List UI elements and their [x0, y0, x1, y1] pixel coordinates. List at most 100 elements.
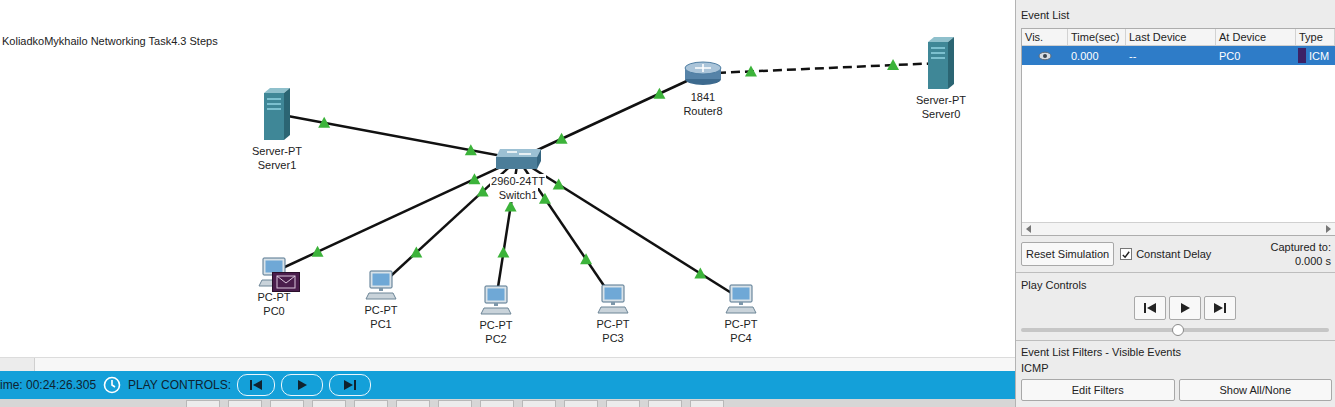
- server-icon[interactable]: [926, 36, 956, 90]
- checkbox-label: Constant Delay: [1136, 248, 1211, 260]
- play-icon: [1179, 302, 1191, 314]
- simulation-panel: Event ListVis.Time(sec)Last DeviceAt Dev…: [1015, 0, 1335, 407]
- back-button[interactable]: [1134, 296, 1166, 320]
- device-model: 1841: [690, 90, 716, 104]
- constant-delay-checkbox[interactable]: Constant Delay: [1120, 248, 1211, 260]
- packet-tracer-window: KoliadkoMykhailo Networking Task4.3 Step…: [0, 0, 1335, 407]
- skip-forward-icon: [343, 379, 357, 391]
- speed-slider[interactable]: [1021, 324, 1329, 336]
- toolbar-slot[interactable]: [354, 400, 388, 407]
- skip-back-icon: [249, 379, 263, 391]
- link-light-icon: [553, 179, 565, 190]
- pc-icon[interactable]: [596, 284, 630, 314]
- play-icon: [296, 379, 308, 391]
- switch-icon[interactable]: [493, 147, 543, 171]
- pc-icon[interactable]: [479, 285, 513, 315]
- table-row[interactable]: 0.000--PC0ICM: [1022, 46, 1335, 65]
- reset-simulation-button[interactable]: Reset Simulation: [1021, 242, 1114, 266]
- play-controls-section: Play Controls: [1016, 272, 1335, 340]
- link[interactable]: [518, 159, 741, 299]
- clock-reset-icon[interactable]: [102, 375, 122, 395]
- scroll-left-icon[interactable]: [1025, 225, 1033, 233]
- filter-button[interactable]: Edit Filters: [1021, 379, 1175, 401]
- filter-button[interactable]: Show All/None: [1179, 379, 1333, 401]
- device-node[interactable]: 1841Router8: [663, 60, 743, 118]
- device-model: PC-PT: [479, 318, 514, 332]
- scroll-right-icon[interactable]: [1324, 225, 1332, 233]
- pc-icon[interactable]: [724, 284, 758, 314]
- link-light-icon: [477, 185, 489, 196]
- toolbar-slot[interactable]: [480, 400, 514, 407]
- table-scrollbar[interactable]: [1022, 222, 1335, 235]
- column-header[interactable]: Time(sec): [1068, 29, 1126, 45]
- canvas-scrollbar[interactable]: [0, 357, 1015, 371]
- link-light-icon: [312, 246, 324, 257]
- toolbar-slot[interactable]: [522, 400, 556, 407]
- toolbar-slot[interactable]: [606, 400, 640, 407]
- back-button[interactable]: [237, 374, 275, 396]
- toolbar-slot[interactable]: [270, 400, 304, 407]
- link[interactable]: [703, 59, 941, 76]
- simulation-time: ime: 00:24:26.305: [0, 378, 96, 392]
- toolbar-slot[interactable]: [312, 400, 346, 407]
- column-header[interactable]: Last Device: [1126, 29, 1216, 45]
- forward-button[interactable]: [1204, 296, 1236, 320]
- server-icon[interactable]: [262, 87, 292, 141]
- router-icon[interactable]: [683, 60, 723, 87]
- device-name: Server0: [921, 107, 962, 121]
- play-controls-label: PLAY CONTROLS:: [128, 378, 231, 392]
- link-light-icon: [887, 59, 899, 70]
- forward-button[interactable]: [329, 374, 371, 396]
- toolbar-slot[interactable]: [228, 400, 262, 407]
- device-name: PC0: [262, 304, 285, 318]
- pdu-envelope-icon[interactable]: [272, 272, 300, 292]
- link-light-icon: [468, 173, 480, 184]
- link-light-icon: [556, 133, 568, 144]
- play-button[interactable]: [1169, 296, 1201, 320]
- toolbar-slot[interactable]: [564, 400, 598, 407]
- type-cell: ICM: [1296, 46, 1335, 65]
- device-name: PC3: [601, 331, 624, 345]
- cable[interactable]: [703, 63, 941, 74]
- vis-cell[interactable]: [1022, 46, 1068, 65]
- cable[interactable]: [518, 74, 703, 160]
- event-table: Vis.Time(sec)Last DeviceAt DeviceType0.0…: [1021, 28, 1335, 236]
- device-node[interactable]: PC-PTPC1: [341, 270, 421, 331]
- device-node[interactable]: PC-PTPC0: [234, 257, 314, 318]
- link-light-icon: [410, 247, 422, 258]
- pc-icon[interactable]: [364, 270, 398, 300]
- device-node[interactable]: Server-PTServer1: [237, 87, 317, 172]
- device-node[interactable]: 2960-24TTSwitch1: [478, 147, 558, 202]
- toolbar-slot[interactable]: [648, 400, 682, 407]
- toolbar-slot[interactable]: [690, 400, 724, 407]
- device-name: Server1: [257, 158, 298, 172]
- toolbar-slot[interactable]: [438, 400, 472, 407]
- toolbar-slot[interactable]: [186, 400, 220, 407]
- link[interactable]: [518, 74, 703, 160]
- column-header[interactable]: Vis.: [1022, 29, 1068, 45]
- cable[interactable]: [277, 114, 518, 159]
- device-node[interactable]: PC-PTPC2: [456, 285, 536, 346]
- toolbar-slot[interactable]: [396, 400, 430, 407]
- device-node[interactable]: PC-PTPC3: [573, 284, 653, 345]
- link[interactable]: [274, 159, 518, 272]
- device-node[interactable]: Server-PTServer0: [901, 36, 981, 121]
- device-model: 2960-24TT: [490, 174, 546, 188]
- skip-forward-icon: [1213, 302, 1227, 314]
- device-name: PC4: [729, 331, 752, 345]
- scroll-thumb[interactable]: [0, 358, 35, 371]
- link-light-icon: [497, 247, 509, 258]
- cable[interactable]: [274, 159, 518, 272]
- workspace-canvas[interactable]: KoliadkoMykhailo Networking Task4.3 Step…: [0, 0, 1015, 357]
- checkbox-box[interactable]: [1120, 248, 1132, 260]
- device-node[interactable]: PC-PTPC4: [701, 284, 781, 345]
- captured-label: Captured to:: [1270, 240, 1331, 254]
- event-controls: Reset Simulation Constant Delay Captured t…: [1021, 236, 1335, 272]
- cable[interactable]: [518, 159, 741, 299]
- link[interactable]: [277, 114, 518, 159]
- column-header[interactable]: At Device: [1216, 29, 1296, 45]
- slider-thumb[interactable]: [1172, 324, 1184, 336]
- column-header[interactable]: Type: [1296, 29, 1335, 45]
- play-button[interactable]: [281, 374, 323, 396]
- table-header: Vis.Time(sec)Last DeviceAt DeviceType: [1022, 29, 1335, 46]
